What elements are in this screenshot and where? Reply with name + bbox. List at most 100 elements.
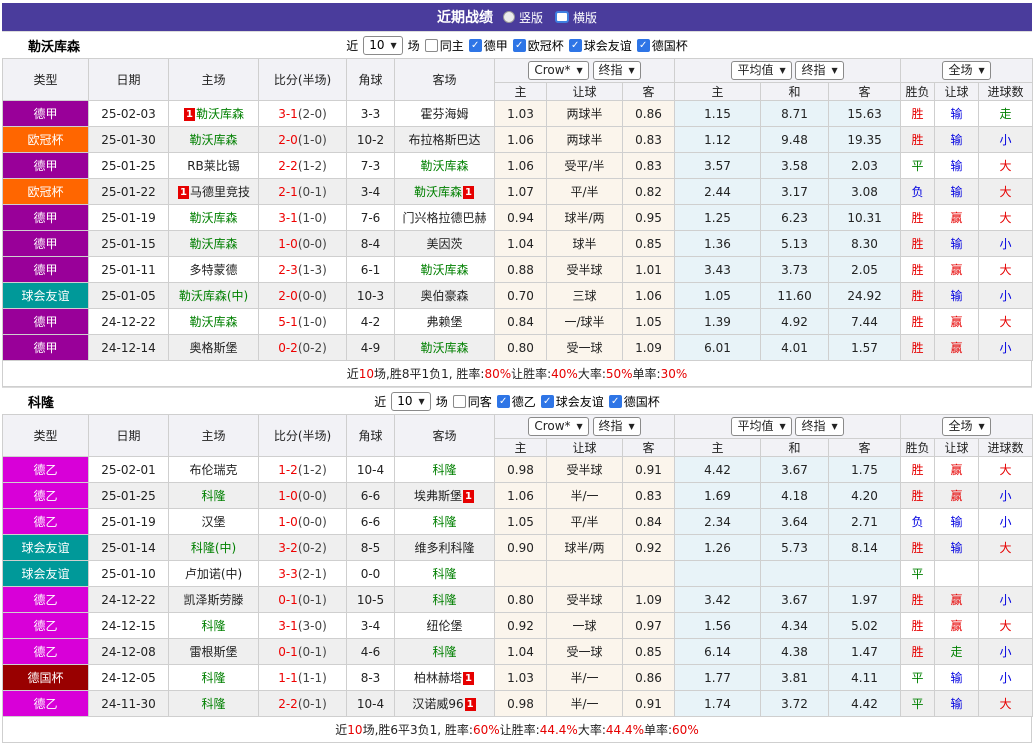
final-index-select[interactable]: 终指▼ xyxy=(593,417,641,436)
odds-home-cell: 0.90 xyxy=(495,535,547,561)
handicap-result-cell: 赢 xyxy=(935,205,979,231)
checkbox-icon[interactable]: ✓ xyxy=(609,395,622,408)
radio-icon[interactable] xyxy=(555,11,569,23)
away-team-name: 汉诺威96 xyxy=(412,697,463,711)
final-index-select[interactable]: 终指▼ xyxy=(795,417,843,436)
same-venue-filter[interactable]: 同主 xyxy=(425,37,464,54)
col-type: 类型 xyxy=(3,59,89,101)
same-venue-filter[interactable]: 同客 xyxy=(453,393,492,410)
summary-text: 44.4% xyxy=(606,723,644,737)
average-select[interactable]: 平均值▼ xyxy=(731,61,791,80)
checkbox-icon[interactable]: ✓ xyxy=(541,395,554,408)
checkbox-icon[interactable]: ✓ xyxy=(637,39,650,52)
checkbox-icon[interactable]: ✓ xyxy=(569,39,582,52)
league-filter[interactable]: ✓球会友谊 xyxy=(569,37,632,54)
match-row: 德乙24-12-15科隆3-1(3-0)3-4纽伦堡0.92一球0.971.56… xyxy=(3,613,1033,639)
avg-home-cell: 3.43 xyxy=(675,257,761,283)
date-cell: 25-02-01 xyxy=(89,457,169,483)
league-filter-label: 德国杯 xyxy=(652,37,688,54)
handicap-result-cell: 赢 xyxy=(935,457,979,483)
home-team-cell: 科隆 xyxy=(169,483,259,509)
col-type: 类型 xyxy=(3,415,89,457)
odds-home-cell: 1.03 xyxy=(495,101,547,127)
full-match-select[interactable]: 全场▼ xyxy=(942,61,990,80)
avg-draw-cell: 4.01 xyxy=(761,335,829,361)
odds-source-select[interactable]: Crow*▼ xyxy=(528,61,588,80)
league-cell: 德甲 xyxy=(3,153,89,179)
half-time-score: (0-1) xyxy=(298,185,327,199)
league-filter[interactable]: ✓欧冠杯 xyxy=(513,37,564,54)
full-time-score: 0-2 xyxy=(278,341,298,355)
handicap-cell: 半/一 xyxy=(547,483,623,509)
match-row: 德乙24-12-22凯泽斯劳滕0-1(0-1)10-5科隆0.80受半球1.09… xyxy=(3,587,1033,613)
league-cell: 德乙 xyxy=(3,691,89,717)
average-select[interactable]: 平均值▼ xyxy=(731,417,791,436)
team-name: 科隆 xyxy=(2,392,212,411)
title-bar: 近期战绩 竖版 横版 xyxy=(2,3,1032,31)
checkbox-icon[interactable]: ✓ xyxy=(497,395,510,408)
corner-cell: 10-4 xyxy=(347,691,395,717)
sub-result: 胜负 xyxy=(901,83,935,101)
score-cell: 2-1(0-1) xyxy=(259,179,347,205)
avg-home-cell: 1.74 xyxy=(675,691,761,717)
odds-source-select[interactable]: Crow*▼ xyxy=(528,417,588,436)
vertical-layout-radio[interactable]: 竖版 xyxy=(503,9,543,26)
full-time-score: 0-1 xyxy=(278,645,298,659)
full-time-score: 2-3 xyxy=(278,263,298,277)
match-row: 欧冠杯25-01-221马德里竞技2-1(0-1)3-4勒沃库森11.07平/半… xyxy=(3,179,1033,205)
full-match-select[interactable]: 全场▼ xyxy=(942,417,990,436)
team-section-koln: 科隆 近 10▼ 场 同客 ✓德乙✓球会友谊✓德国杯 类型 xyxy=(2,387,1032,743)
league-filter[interactable]: ✓德国杯 xyxy=(637,37,688,54)
league-filters: ✓德乙 ✓球会友谊 ✓德国杯 xyxy=(497,393,660,410)
avg-away-cell: 1.75 xyxy=(829,457,901,483)
match-row: 德乙25-02-01布伦瑞克1-2(1-2)10-4科隆0.98受半球0.914… xyxy=(3,457,1033,483)
horizontal-layout-radio[interactable]: 横版 xyxy=(555,9,597,26)
avg-draw-cell: 3.58 xyxy=(761,153,829,179)
red-card-badge: 1 xyxy=(184,108,195,121)
away-team-cell: 霍芬海姆 xyxy=(395,101,495,127)
rounds-select[interactable]: 10▼ xyxy=(391,392,430,411)
date-cell: 25-01-19 xyxy=(89,205,169,231)
red-card-badge: 1 xyxy=(463,490,474,503)
home-team-name: 马德里竞技 xyxy=(190,185,250,199)
table-header-group-row: 类型 日期 主场 比分(半场) 角球 客场 Crow*▼ 终指▼ 平均值▼ 终指… xyxy=(3,415,1033,439)
rounds-select[interactable]: 10▼ xyxy=(363,36,402,55)
final-index-select[interactable]: 终指▼ xyxy=(593,61,641,80)
filter-bar: 近 10▼ 场 同主 ✓德甲✓欧冠杯✓球会友谊✓德国杯 xyxy=(212,36,822,55)
checkbox-icon[interactable]: ✓ xyxy=(469,39,482,52)
checkbox-icon[interactable]: ✓ xyxy=(513,39,526,52)
checkbox-icon[interactable] xyxy=(425,39,438,52)
half-time-score: (1-0) xyxy=(298,315,327,329)
avg-away-cell: 10.31 xyxy=(829,205,901,231)
same-venue-label: 同客 xyxy=(468,393,492,410)
handicap-cell: 球半/两 xyxy=(547,535,623,561)
league-filter[interactable]: ✓德乙 xyxy=(497,393,536,410)
match-row: 德国杯24-12-05科隆1-1(1-1)8-3柏林赫塔11.03半/一0.86… xyxy=(3,665,1033,691)
chevron-down-icon: ▼ xyxy=(978,419,984,434)
handicap-result-cell: 输 xyxy=(935,509,979,535)
corner-cell: 8-4 xyxy=(347,231,395,257)
handicap-cell: 平/半 xyxy=(547,509,623,535)
half-time-score: (0-1) xyxy=(298,645,327,659)
half-time-score: (1-2) xyxy=(298,463,327,477)
checkbox-icon[interactable] xyxy=(453,395,466,408)
sub-handicap: 让球 xyxy=(547,83,623,101)
league-filter[interactable]: ✓德国杯 xyxy=(609,393,660,410)
league-filter[interactable]: ✓德甲 xyxy=(469,37,508,54)
league-cell: 德甲 xyxy=(3,335,89,361)
match-row: 球会友谊25-01-05勒沃库森(中)2-0(0-0)10-3奥伯豪森0.70三… xyxy=(3,283,1033,309)
corner-cell: 8-5 xyxy=(347,535,395,561)
home-team-cell: 勒沃库森 xyxy=(169,127,259,153)
sub-avg-draw: 和 xyxy=(761,83,829,101)
league-filter[interactable]: ✓球会友谊 xyxy=(541,393,604,410)
radio-icon[interactable] xyxy=(503,11,515,23)
goals-result-cell: 小 xyxy=(979,665,1033,691)
home-team-cell: 奥格斯堡 xyxy=(169,335,259,361)
goals-result-cell: 大 xyxy=(979,535,1033,561)
away-team-cell: 布拉格斯巴达 xyxy=(395,127,495,153)
match-row: 德乙25-01-19汉堡1-0(0-0)6-6科隆1.05平/半0.842.34… xyxy=(3,509,1033,535)
away-team-name: 美因茨 xyxy=(426,237,462,251)
match-row: 德甲25-01-11多特蒙德2-3(1-3)6-1勒沃库森0.88受半球1.01… xyxy=(3,257,1033,283)
final-index-select[interactable]: 终指▼ xyxy=(795,61,843,80)
goals-result-cell: 小 xyxy=(979,509,1033,535)
